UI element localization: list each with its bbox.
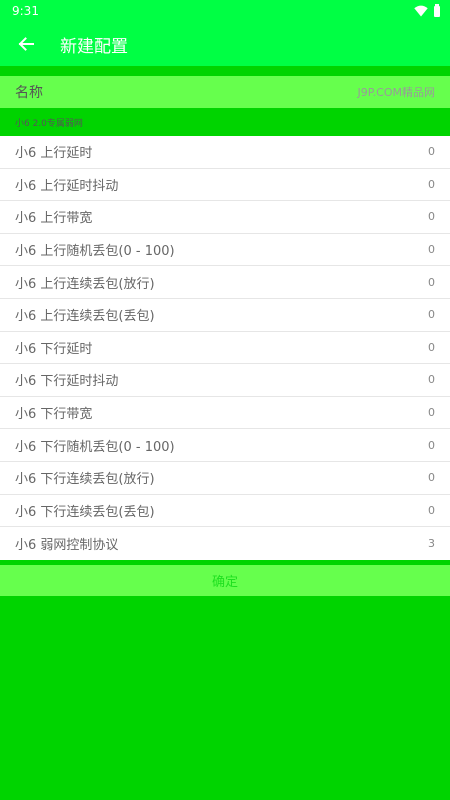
setting-value: 0 (428, 471, 435, 485)
setting-label: 小6 上行延时 (15, 146, 93, 162)
wifi-icon (414, 5, 428, 17)
setting-label: 小6 上行随机丢包(0 - 100) (15, 244, 175, 260)
setting-value: 0 (428, 406, 435, 420)
setting-label: 小6 下行连续丢包(放行) (15, 472, 155, 488)
setting-row-uplink-burst-pass[interactable]: 小6 上行连续丢包(放行) 0 (0, 266, 450, 299)
back-button[interactable] (4, 22, 48, 66)
setting-row-control-protocol[interactable]: 小6 弱网控制协议 3 (0, 527, 450, 560)
status-bar: 9:31 (0, 0, 450, 22)
setting-value: 0 (428, 243, 435, 257)
setting-label: 小6 上行延时抖动 (15, 178, 119, 194)
setting-row-uplink-burst-drop[interactable]: 小6 上行连续丢包(丢包) 0 (0, 299, 450, 332)
setting-row-uplink-jitter[interactable]: 小6 上行延时抖动 0 (0, 169, 450, 202)
setting-value: 0 (428, 177, 435, 191)
setting-value: 0 (428, 275, 435, 289)
confirm-button[interactable]: 确定 (0, 565, 450, 596)
settings-list: 小6 上行延时 0 小6 上行延时抖动 0 小6 上行带宽 0 小6 上行随机丢… (0, 136, 450, 560)
setting-row-uplink-bandwidth[interactable]: 小6 上行带宽 0 (0, 201, 450, 234)
app-bar: 新建配置 (0, 22, 450, 66)
setting-label: 小6 下行连续丢包(丢包) (15, 504, 155, 520)
setting-value: 0 (428, 340, 435, 354)
setting-label: 小6 下行延时抖动 (15, 374, 119, 390)
setting-label: 小6 下行随机丢包(0 - 100) (15, 439, 175, 455)
setting-row-downlink-burst-drop[interactable]: 小6 下行连续丢包(丢包) 0 (0, 495, 450, 528)
name-field-value[interactable]: J9P.COM精品网 (358, 84, 436, 100)
arrow-left-icon (18, 37, 34, 51)
setting-label: 小6 下行延时 (15, 341, 93, 357)
setting-row-uplink-delay[interactable]: 小6 上行延时 0 (0, 136, 450, 169)
setting-value: 0 (428, 308, 435, 322)
setting-value: 0 (428, 438, 435, 452)
setting-label: 小6 弱网控制协议 (15, 537, 119, 553)
setting-label: 小6 下行带宽 (15, 407, 93, 423)
setting-value: 0 (428, 503, 435, 517)
setting-label: 小6 上行带宽 (15, 211, 93, 227)
setting-row-uplink-random-loss[interactable]: 小6 上行随机丢包(0 - 100) 0 (0, 234, 450, 267)
status-icons (414, 3, 440, 17)
name-field[interactable]: 名称 J9P.COM精品网 (0, 76, 450, 108)
setting-value: 0 (428, 373, 435, 387)
setting-value: 0 (428, 210, 435, 224)
name-field-label: 名称 (15, 85, 43, 101)
battery-icon (434, 3, 440, 17)
setting-row-downlink-burst-pass[interactable]: 小6 下行连续丢包(放行) 0 (0, 462, 450, 495)
section-header: 小6 2.0专属弱网 (0, 108, 450, 136)
setting-row-downlink-bandwidth[interactable]: 小6 下行带宽 0 (0, 397, 450, 430)
setting-row-downlink-random-loss[interactable]: 小6 下行随机丢包(0 - 100) 0 (0, 429, 450, 462)
setting-value: 3 (428, 536, 435, 550)
setting-row-downlink-jitter[interactable]: 小6 下行延时抖动 0 (0, 364, 450, 397)
page-title: 新建配置 (60, 36, 128, 57)
setting-value: 0 (428, 145, 435, 159)
setting-label: 小6 上行连续丢包(丢包) (15, 309, 155, 325)
status-time: 9:31 (12, 4, 39, 18)
setting-row-downlink-delay[interactable]: 小6 下行延时 0 (0, 332, 450, 365)
setting-label: 小6 上行连续丢包(放行) (15, 276, 155, 292)
